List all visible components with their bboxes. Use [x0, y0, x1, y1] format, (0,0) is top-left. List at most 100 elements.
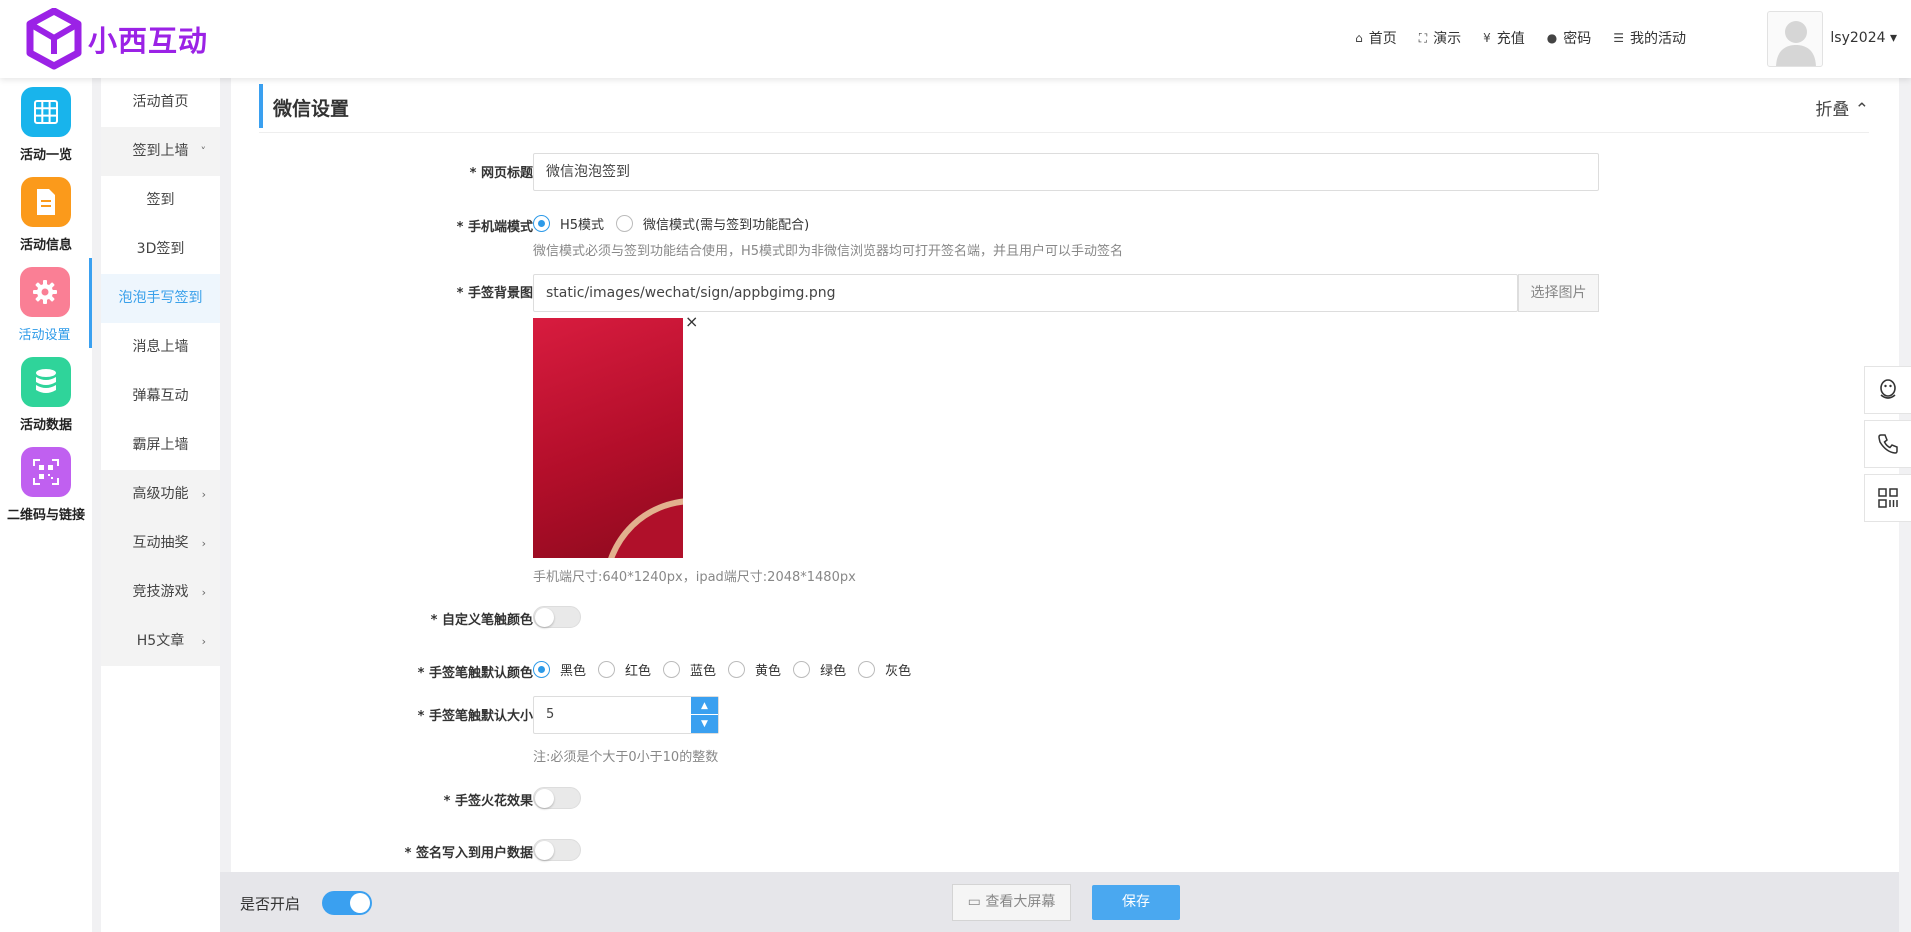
nav-password-label: 密码: [1563, 31, 1592, 47]
qrcode-icon: [1878, 488, 1898, 508]
radio-color-red[interactable]: 红色: [598, 660, 651, 679]
submenu-fullscreen-wall[interactable]: 霸屏上墙: [101, 421, 220, 470]
custom-color-label: * 自定义笔触颜色: [430, 613, 533, 628]
write-user-toggle[interactable]: [533, 839, 581, 861]
radio-color-black[interactable]: 黑色: [533, 660, 586, 679]
enable-toggle[interactable]: [322, 891, 372, 915]
username-dropdown[interactable]: lsy2024 ▾: [1830, 30, 1897, 46]
submenu-lottery[interactable]: 互动抽奖 ›: [101, 519, 220, 568]
submenu-h5-article[interactable]: H5文章 ›: [101, 617, 220, 666]
radio-label: 黄色: [755, 664, 782, 679]
bg-image-label: * 手签背景图: [456, 286, 533, 301]
submenu-label: 竞技游戏: [132, 584, 189, 600]
radio-color-yellow[interactable]: 黄色: [728, 660, 781, 679]
stepper-buttons: ▲ ▼: [691, 697, 718, 733]
logo[interactable]: 小西互动: [26, 8, 208, 70]
bg-image-path-input[interactable]: static/images/wechat/sign/appbgimg.png: [533, 274, 1518, 312]
nav-password[interactable]: ● 密码: [1547, 28, 1591, 48]
view-bigscreen-button[interactable]: ▭ 查看大屏幕: [952, 884, 1071, 921]
default-size-stepper[interactable]: 5 ▲ ▼: [533, 696, 719, 734]
radio-h5-mode[interactable]: H5模式: [533, 214, 604, 233]
chevron-up-icon[interactable]: ▲: [691, 697, 718, 715]
radio-label: H5模式: [560, 218, 605, 233]
submenu-checkin[interactable]: 签到: [101, 176, 220, 225]
radio-color-gray[interactable]: 灰色: [858, 660, 911, 679]
submenu-label: 活动首页: [132, 94, 189, 110]
sidebar-item-activity-list[interactable]: 活动一览: [0, 78, 92, 168]
phone-contact-button[interactable]: [1864, 420, 1911, 468]
sidebar-item-activity-settings[interactable]: 活动设置: [0, 258, 92, 348]
main-sidebar: 活动一览 活动信息 活动设置 活动数据 二维码与链接: [0, 78, 92, 932]
nav-my-activities[interactable]: ☰ 我的活动: [1613, 28, 1686, 48]
page-title-label: * 网页标题: [469, 166, 533, 181]
sidebar-item-label: 活动数据: [19, 418, 72, 433]
radio-label: 绿色: [820, 664, 847, 679]
sidebar-item-label: 活动信息: [19, 238, 72, 253]
submenu-checkin-wall[interactable]: 签到上墙 ˅: [101, 127, 220, 176]
sidebar-item-activity-data[interactable]: 活动数据: [0, 348, 92, 438]
submenu-label: 签到: [146, 192, 175, 208]
radio-button[interactable]: [598, 661, 616, 678]
nav-demo[interactable]: ⛶ 演示: [1419, 28, 1461, 48]
save-button[interactable]: 保存: [1092, 885, 1180, 920]
cube-logo-icon: [26, 8, 82, 70]
submenu-games[interactable]: 竞技游戏 ›: [101, 568, 220, 617]
submenu-bubble-handwrite-checkin[interactable]: 泡泡手写签到: [101, 274, 220, 323]
radio-color-green[interactable]: 绿色: [793, 660, 846, 679]
radio-button[interactable]: [728, 661, 746, 678]
page-title-input[interactable]: 微信泡泡签到: [533, 153, 1599, 191]
radio-label: 黑色: [560, 664, 587, 679]
top-nav: ⌂ 首页 ⛶ 演示 ¥ 充值 ● 密码 ☰ 我的活动: [1333, 28, 1686, 48]
brand-name: 小西互动: [88, 24, 209, 58]
default-size-label: * 手签笔触默认大小: [417, 709, 533, 724]
chevron-down-icon[interactable]: ▼: [691, 715, 718, 733]
yen-icon: ¥: [1483, 31, 1491, 45]
database-icon: [21, 357, 71, 407]
float-tools: [1864, 366, 1911, 528]
chevron-right-icon: ›: [201, 586, 206, 599]
default-color-label: * 手签笔触默认颜色: [417, 666, 533, 681]
qrcode-button[interactable]: [1864, 474, 1911, 522]
avatar[interactable]: [1767, 11, 1823, 67]
sidebar-item-label: 二维码与链接: [6, 508, 85, 523]
submenu-3d-checkin[interactable]: 3D签到: [101, 225, 220, 274]
radio-button[interactable]: [533, 661, 550, 678]
main-content: 微信设置 折叠 ⌃ * 网页标题 微信泡泡签到 * 手机端模式 H5模式 微信模…: [231, 78, 1899, 872]
qq-penguin-icon: [1880, 379, 1896, 399]
close-icon[interactable]: ×: [685, 312, 698, 331]
custom-color-toggle[interactable]: [533, 606, 581, 628]
choose-image-button[interactable]: 选择图片: [1518, 274, 1599, 312]
bg-image-size-hint: 手机端尺寸:640*1240px，ipad端尺寸:2048*1480px: [533, 570, 856, 585]
submenu-label: 互动抽奖: [132, 535, 189, 551]
nav-recharge[interactable]: ¥ 充值: [1483, 28, 1525, 48]
phone-icon: [1878, 434, 1898, 454]
top-header: 小西互动 ⌂ 首页 ⛶ 演示 ¥ 充值 ● 密码 ☰ 我的活动 lsy2024 …: [0, 0, 1911, 78]
nav-home[interactable]: ⌂ 首页: [1355, 28, 1397, 48]
fold-button[interactable]: 折叠 ⌃: [1815, 95, 1869, 120]
default-size-hint: 注:必须是个大于0小于10的整数: [533, 750, 719, 765]
radio-color-blue[interactable]: 蓝色: [663, 660, 716, 679]
spark-toggle[interactable]: [533, 787, 581, 809]
submenu-advanced[interactable]: 高级功能 ›: [101, 470, 220, 519]
radio-button[interactable]: [533, 215, 550, 232]
write-user-label: * 签名写入到用户数据: [404, 846, 533, 861]
submenu-danmaku[interactable]: 弹幕互动: [101, 372, 220, 421]
panel-header: 微信设置 折叠 ⌃: [259, 84, 1869, 128]
submenu-activity-home[interactable]: 活动首页: [101, 78, 220, 127]
radio-button[interactable]: [793, 661, 811, 678]
submenu-label: 高级功能: [132, 486, 189, 502]
chevron-right-icon: ›: [201, 635, 206, 648]
spark-label: * 手签火花效果: [443, 794, 533, 809]
radio-button[interactable]: [858, 661, 876, 678]
radio-button[interactable]: [616, 215, 634, 232]
qq-contact-button[interactable]: [1864, 366, 1911, 414]
sidebar-item-label: 活动一览: [19, 148, 72, 163]
chevron-right-icon: ›: [201, 488, 206, 501]
sidebar-item-activity-info[interactable]: 活动信息: [0, 168, 92, 258]
sub-menu: 活动首页 签到上墙 ˅ 签到 3D签到 泡泡手写签到 消息上墙 弹幕互动 霸屏上墙…: [101, 78, 220, 932]
submenu-message-wall[interactable]: 消息上墙: [101, 323, 220, 372]
divider: [259, 132, 1869, 133]
sidebar-item-qrcode-links[interactable]: 二维码与链接: [0, 438, 92, 528]
radio-wechat-mode[interactable]: 微信模式(需与签到功能配合): [616, 214, 809, 233]
radio-button[interactable]: [663, 661, 681, 678]
